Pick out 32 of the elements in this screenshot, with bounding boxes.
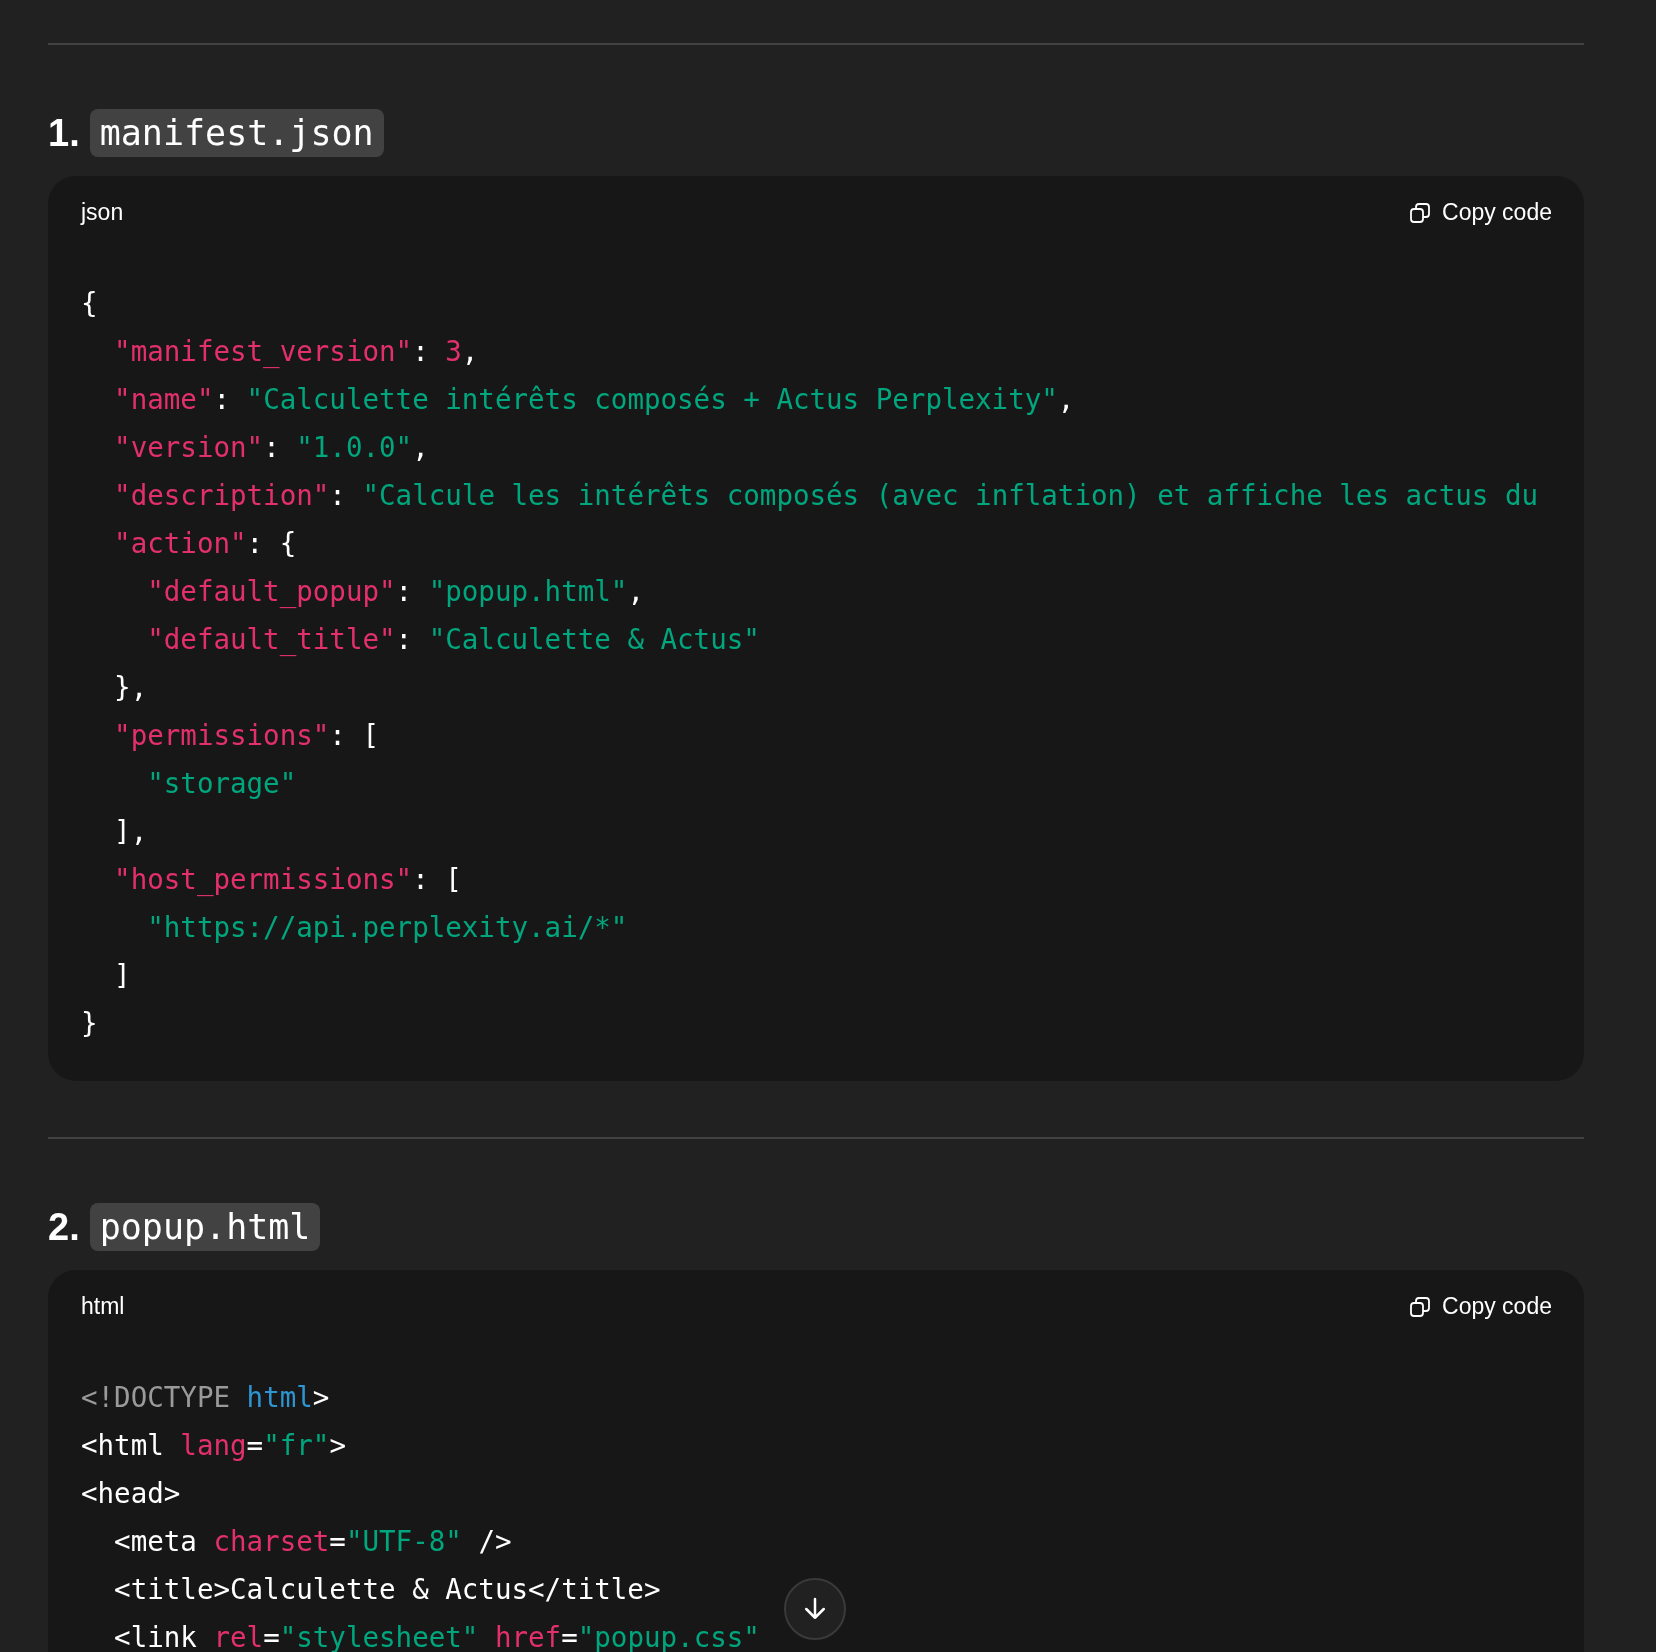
code-line: "host_permissions": [ bbox=[113, 862, 462, 898]
language-label: json bbox=[81, 199, 124, 226]
code-line: "description": "Calcule les intérêts composés (avec inflation) et affiche les actus du bbox=[113, 478, 1538, 513]
code-line: "default_popup": "popup.html", bbox=[146, 574, 644, 610]
code-line: ], bbox=[113, 814, 148, 849]
code-line: <meta charset="UTF-8" /> bbox=[113, 1524, 512, 1559]
code-line: "version": "1.0.0", bbox=[113, 430, 429, 465]
code-line: ] bbox=[113, 958, 131, 993]
copy-icon bbox=[1408, 200, 1433, 225]
copy-icon bbox=[1408, 1294, 1433, 1319]
code-line: "manifest_version": 3, bbox=[113, 334, 479, 370]
code-line: "storage" bbox=[146, 766, 297, 801]
file-name: manifest.json bbox=[89, 109, 384, 157]
code-line: } bbox=[81, 1006, 98, 1041]
section-number: 1. bbox=[48, 111, 80, 155]
code-line: <!DOCTYPE html> bbox=[81, 1380, 330, 1415]
code-line: "https://api.perplexity.ai/*" bbox=[146, 910, 628, 945]
code-line: "default_title": "Calculette & Actus" bbox=[146, 622, 760, 658]
file-name: popup.html bbox=[89, 1203, 321, 1251]
copy-code-button[interactable]: Copy code bbox=[1408, 1293, 1552, 1320]
code-line: "action": { bbox=[113, 526, 297, 561]
copy-code-button[interactable]: Copy code bbox=[1408, 199, 1552, 226]
code-line: <title>Calculette & Actus</title> bbox=[113, 1572, 661, 1607]
code-line: "permissions": [ bbox=[113, 718, 380, 753]
language-label: html bbox=[81, 1293, 125, 1320]
code-line: <html lang="fr"> bbox=[81, 1428, 346, 1463]
code-line: "name": "Calculette intérêts composés + Actus Perplexity", bbox=[113, 382, 1075, 417]
code-line: <head> bbox=[81, 1476, 181, 1511]
code-line: <link rel="stylesheet" href="popup.css" bbox=[113, 1620, 760, 1652]
code-line: }, bbox=[113, 670, 148, 705]
code-line: { bbox=[81, 286, 98, 321]
section-number: 2. bbox=[48, 1205, 80, 1249]
